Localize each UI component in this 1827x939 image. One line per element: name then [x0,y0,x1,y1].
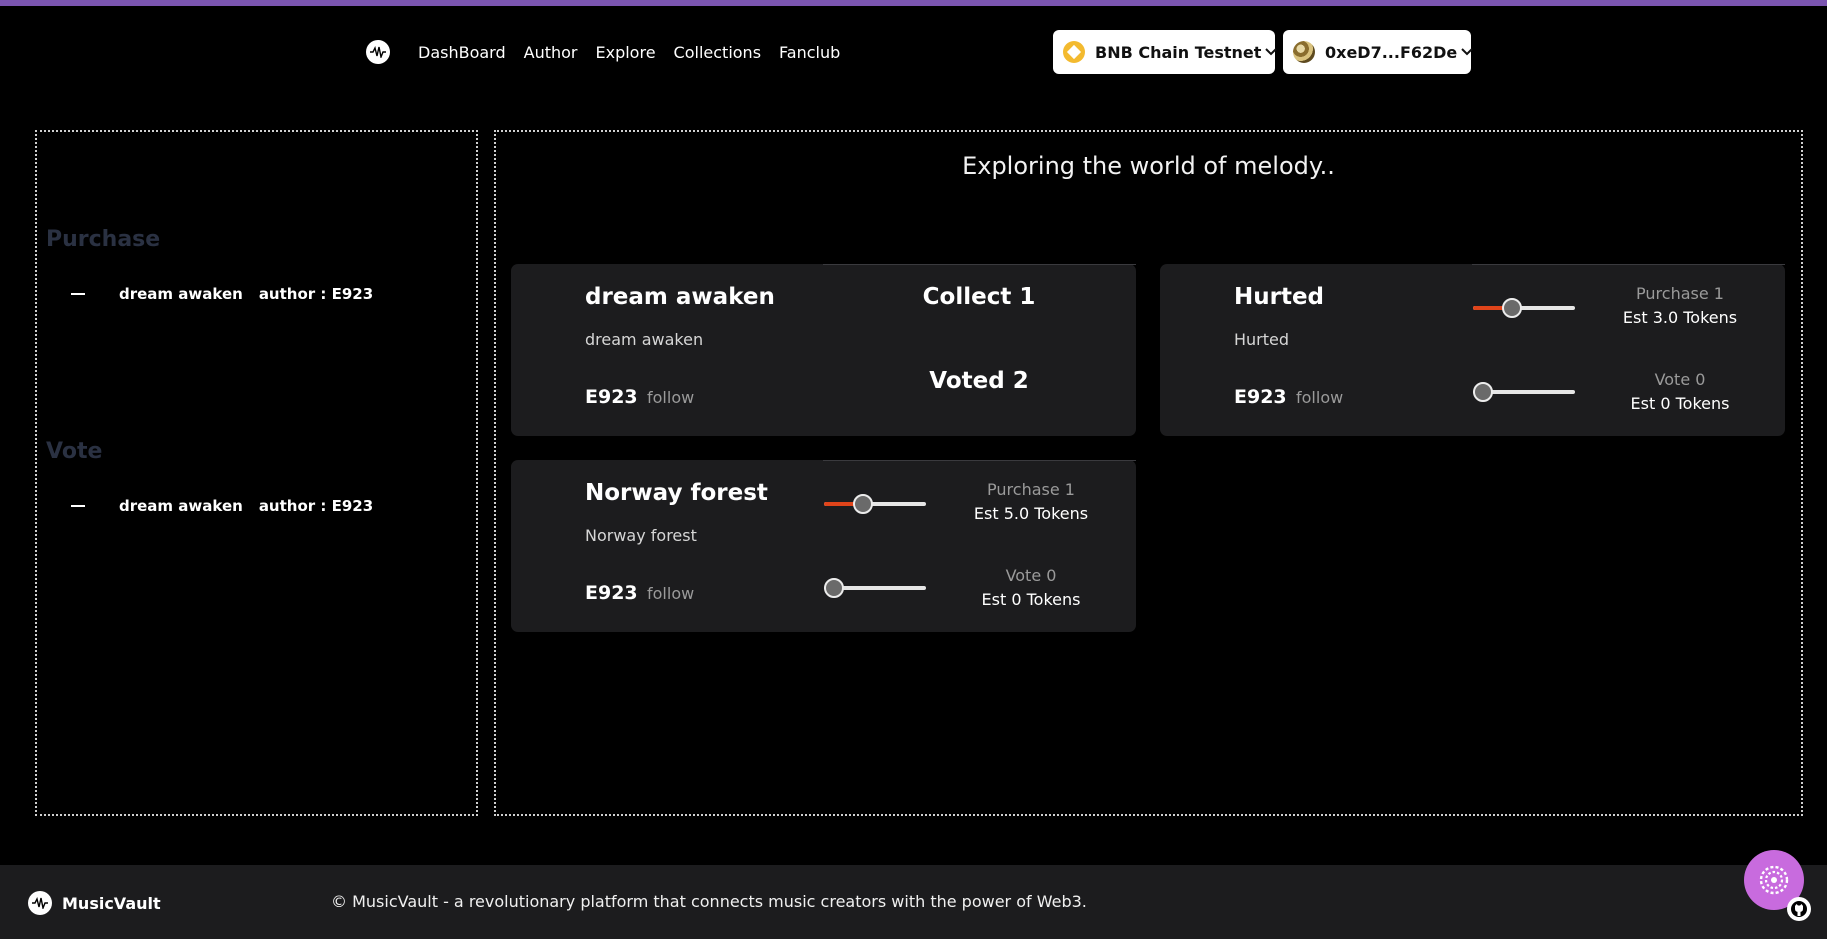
card-divider [823,460,1136,461]
vote-song-author: author : E923 [258,497,374,515]
explore-panel: Exploring the world of melody.. dream aw… [494,130,1803,816]
nav-author[interactable]: Author [524,43,578,62]
slider-handle[interactable] [1501,298,1522,318]
top-accent-bar [0,0,1827,6]
vote-list-item[interactable]: dream awaken author : E923 [71,497,373,515]
main-nav: DashBoard Author Explore Collections Fan… [366,40,858,64]
footer-brand-name: MusicVault [62,893,161,913]
song-card-norway-forest: Norway forest Norway forest E923 follow … [511,460,1136,632]
purchase-estimate: Purchase 1 Est 3.0 Tokens [1600,282,1760,330]
follow-button[interactable]: follow [647,584,694,603]
waveform-logo-icon[interactable] [366,40,390,64]
github-icon[interactable] [1787,897,1811,921]
dash-icon [71,293,85,295]
wallet-avatar-icon [1293,41,1315,63]
purchase-tokens: Est 5.0 Tokens [973,504,1089,523]
song-title[interactable]: Norway forest [585,480,768,506]
vote-estimate: Vote 0 Est 0 Tokens [1600,368,1760,416]
song-author[interactable]: E923 [585,386,638,408]
wallet-account-button[interactable]: 0xeD7...F62De [1283,30,1473,74]
purchase-tokens: Est 3.0 Tokens [1622,308,1738,327]
purchase-song-author: author : E923 [258,285,374,303]
network-selector-button[interactable]: BNB Chain Testnet [1053,30,1278,74]
purchase-song-name: dream awaken [119,285,243,303]
slider-handle[interactable] [824,578,844,598]
wallet-address: 0xeD7...F62De [1325,42,1458,62]
follow-button[interactable]: follow [647,388,694,407]
vote-estimate: Vote 0 Est 0 Tokens [951,564,1111,612]
nav-dashboard[interactable]: DashBoard [418,43,506,62]
vote-section-title: Vote [46,439,103,464]
song-title[interactable]: Hurted [1234,284,1324,310]
vote-label: Vote 0 [1654,370,1706,389]
waveform-logo-icon [28,891,52,915]
vote-tokens: Est 0 Tokens [981,590,1081,609]
bnb-coin-icon [1063,41,1085,63]
vote-slider[interactable] [824,578,926,598]
purchase-estimate: Purchase 1 Est 5.0 Tokens [951,478,1111,526]
song-subtitle: Hurted [1234,330,1290,349]
footer: MusicVault © MusicVault - a revolutionar… [0,865,1827,939]
collect-count: Collect 1 [922,284,1036,310]
song-title[interactable]: dream awaken [585,284,775,310]
purchase-list-item[interactable]: dream awaken author : E923 [71,285,373,303]
vote-label: Vote 0 [1005,566,1057,585]
nav-explore[interactable]: Explore [596,43,656,62]
vote-slider[interactable] [1473,382,1575,402]
follow-button[interactable]: follow [1296,388,1343,407]
purchase-label: Purchase 1 [987,480,1075,499]
song-author[interactable]: E923 [585,582,638,604]
card-divider [823,264,1136,265]
purchase-section-title: Purchase [46,227,161,252]
song-subtitle: dream awaken [585,330,704,349]
chevron-down-icon [1461,45,1473,59]
slider-handle[interactable] [1473,382,1493,402]
activity-sidebar: Purchase dream awaken author : E923 Vote… [35,130,478,816]
purchase-label: Purchase 1 [1636,284,1724,303]
song-card-hurted: Hurted Hurted E923 follow Purchase 1 Est… [1160,264,1785,436]
purchase-slider[interactable] [1473,298,1575,318]
footer-copyright: © MusicVault - a revolutionary platform … [331,892,1087,911]
network-label: BNB Chain Testnet [1095,42,1262,62]
vote-song-name: dream awaken [119,497,243,515]
page-headline: Exploring the world of melody.. [962,152,1335,180]
voted-count: Voted 2 [929,368,1029,394]
purchase-slider[interactable] [824,494,926,514]
song-subtitle: Norway forest [585,526,697,545]
card-divider [1472,264,1785,265]
nav-collections[interactable]: Collections [674,43,761,62]
vote-tokens: Est 0 Tokens [1630,394,1730,413]
song-author[interactable]: E923 [1234,386,1287,408]
footer-brand[interactable]: MusicVault [28,891,161,915]
slider-handle[interactable] [852,494,873,514]
nav-fanclub[interactable]: Fanclub [779,43,840,62]
chevron-down-icon [1265,45,1278,59]
dash-icon [71,505,85,507]
song-card-dream-awaken: dream awaken dream awaken E923 follow Co… [511,264,1136,436]
